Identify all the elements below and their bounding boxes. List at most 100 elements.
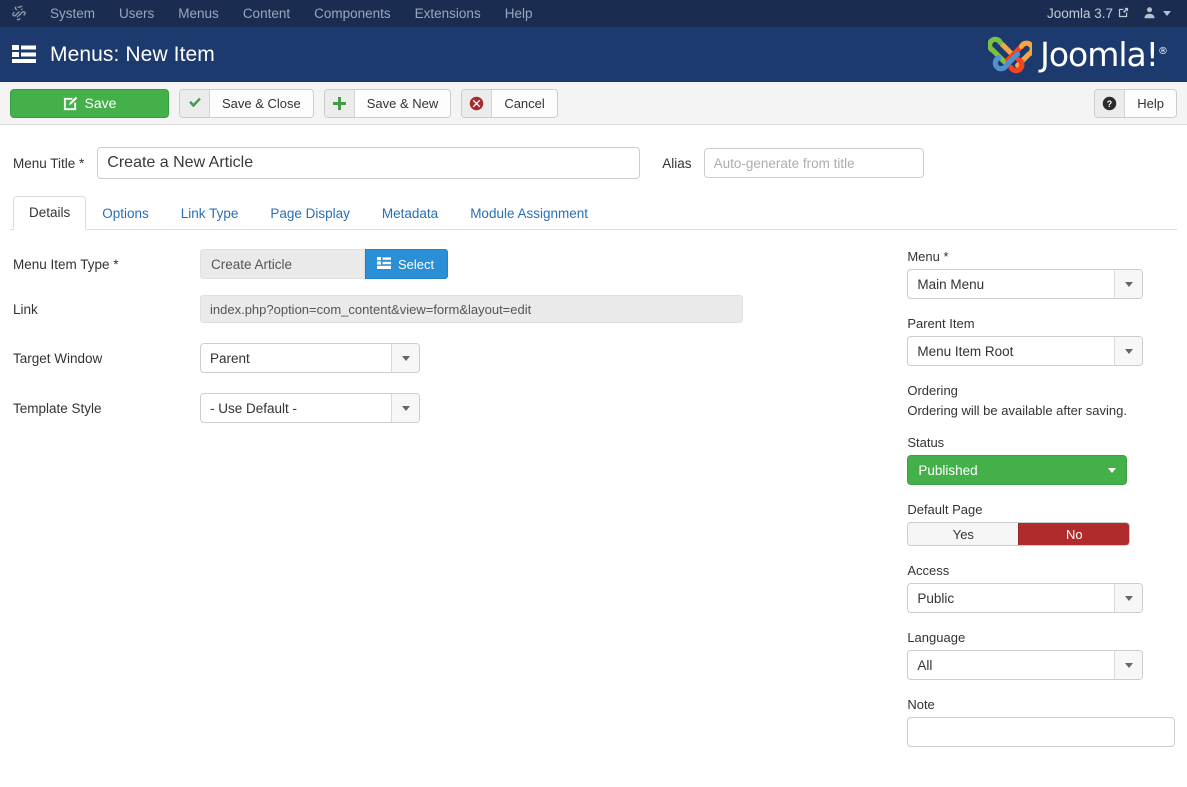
- joomla-logo-text: Joomla!®: [1040, 35, 1168, 74]
- default-page-no-button[interactable]: No: [1018, 523, 1130, 545]
- nav-item-help[interactable]: Help: [493, 0, 545, 27]
- alias-label: Alias: [662, 155, 692, 171]
- language-label: Language: [907, 630, 966, 645]
- note-field: Note: [907, 697, 1177, 747]
- menu-label: Menu *: [907, 249, 949, 264]
- cancel-circle-icon: [462, 89, 493, 117]
- chevron-down-icon: [391, 394, 419, 422]
- save-and-close-button[interactable]: Save & Close: [179, 88, 314, 118]
- save-button[interactable]: Save: [10, 88, 169, 118]
- menu-select[interactable]: Main Menu: [907, 269, 1144, 299]
- tab-metadata[interactable]: Metadata: [366, 197, 454, 230]
- default-page-label: Default Page: [907, 502, 983, 517]
- tab-module-assignment[interactable]: Module Assignment: [454, 197, 604, 230]
- editor-toolbar: Save Save & Close Save & New Cancel ? He…: [0, 82, 1187, 125]
- title-alias-row: Menu Title * Alias: [10, 125, 1177, 191]
- cancel-button[interactable]: Cancel: [461, 88, 558, 118]
- help-button-label: Help: [1125, 89, 1176, 117]
- svg-text:?: ?: [1107, 98, 1112, 108]
- status-field: Status Published: [907, 435, 1177, 485]
- list-icon: [377, 256, 391, 272]
- nav-item-content[interactable]: Content: [231, 0, 302, 27]
- chevron-down-icon: [1163, 11, 1171, 16]
- tab-bar: Details Options Link Type Page Display M…: [10, 196, 1177, 230]
- language-value: All: [917, 657, 933, 673]
- default-page-yes-button[interactable]: Yes: [908, 523, 1019, 545]
- link-label: Link: [13, 301, 38, 317]
- template-style-label: Template Style: [13, 400, 102, 416]
- tab-options[interactable]: Options: [86, 197, 165, 230]
- chevron-down-icon: [1114, 270, 1143, 298]
- parent-item-label: Parent Item: [907, 316, 975, 331]
- menu-field: Menu * Main Menu: [907, 249, 1177, 299]
- template-style-value: - Use Default -: [210, 400, 298, 416]
- link-row: Link index.php?option=com_content&view=f…: [10, 295, 897, 323]
- sidebar-panel: Menu * Main Menu Parent Item Menu Item R…: [897, 249, 1177, 764]
- note-label: Note: [907, 697, 935, 712]
- chevron-down-icon: [1114, 584, 1143, 612]
- ordering-label: Ordering: [907, 383, 958, 398]
- joomla-logo: Joomla!®: [988, 35, 1175, 75]
- joomla-logo-mark: [988, 36, 1033, 73]
- menu-item-type-label: Menu Item Type *: [13, 256, 119, 272]
- main-content: Menu Title * Alias Details Options Link …: [0, 125, 1187, 764]
- details-panel: Menu Item Type * Create Article Select L…: [10, 249, 897, 764]
- access-field: Access Public: [907, 563, 1177, 613]
- alias-input[interactable]: [703, 148, 924, 178]
- ordering-note: Ordering will be available after saving.: [907, 403, 1127, 418]
- user-menu-button[interactable]: [1143, 6, 1177, 22]
- nav-item-extensions[interactable]: Extensions: [403, 0, 493, 27]
- template-style-row: Template Style - Use Default -: [10, 393, 897, 423]
- help-button[interactable]: ? Help: [1094, 88, 1177, 118]
- plus-icon: [324, 89, 355, 117]
- nav-item-menus[interactable]: Menus: [166, 0, 231, 27]
- menu-value: Main Menu: [917, 276, 985, 292]
- target-window-row: Target Window Parent: [10, 343, 897, 373]
- access-select[interactable]: Public: [907, 583, 1144, 613]
- template-style-select[interactable]: - Use Default -: [200, 393, 420, 423]
- page-title: Menus: New Item: [50, 42, 215, 66]
- menu-title-label: Menu Title *: [13, 155, 85, 171]
- menu-title-input[interactable]: [97, 147, 641, 179]
- select-button-label: Select: [398, 256, 435, 272]
- nav-item-users[interactable]: Users: [107, 0, 166, 27]
- link-value: index.php?option=com_content&view=form&l…: [200, 295, 743, 323]
- language-select[interactable]: All: [907, 650, 1144, 680]
- target-window-select[interactable]: Parent: [200, 343, 420, 373]
- nav-item-components[interactable]: Components: [302, 0, 403, 27]
- site-version-label: Joomla 3.7: [1046, 6, 1113, 21]
- toolbar-right-group: ? Help: [1094, 88, 1177, 118]
- menu-item-type-value: Create Article: [200, 249, 365, 279]
- question-circle-icon: ?: [1095, 89, 1126, 117]
- default-page-field: Default Page Yes No: [907, 502, 1177, 546]
- menu-item-type-row: Menu Item Type * Create Article Select: [10, 249, 897, 279]
- site-preview-link[interactable]: Joomla 3.7: [1047, 6, 1143, 21]
- pencil-square-icon: [63, 96, 78, 111]
- status-value: Published: [918, 462, 978, 478]
- user-icon: [1143, 6, 1156, 22]
- status-select[interactable]: Published: [907, 455, 1128, 485]
- nav-item-system[interactable]: System: [38, 0, 107, 27]
- tab-details[interactable]: Details: [13, 196, 87, 230]
- external-link-icon: [1118, 6, 1129, 21]
- registered-mark: ®: [1158, 46, 1168, 57]
- tab-link-type[interactable]: Link Type: [165, 197, 255, 230]
- chevron-down-icon: [391, 344, 419, 372]
- language-field: Language All: [907, 630, 1177, 680]
- default-page-toggle: Yes No: [907, 522, 1131, 546]
- parent-item-field: Parent Item Menu Item Root: [907, 316, 1177, 366]
- chevron-down-icon: [1108, 467, 1117, 473]
- chevron-down-icon: [1114, 337, 1143, 365]
- target-window-value: Parent: [210, 350, 250, 366]
- parent-item-value: Menu Item Root: [917, 343, 1014, 359]
- parent-item-select[interactable]: Menu Item Root: [907, 336, 1144, 366]
- target-window-label: Target Window: [13, 350, 103, 366]
- note-input[interactable]: [907, 717, 1176, 747]
- select-menu-item-type-button[interactable]: Select: [365, 249, 449, 279]
- tab-page-display[interactable]: Page Display: [254, 197, 366, 230]
- save-and-close-label: Save & Close: [210, 89, 313, 117]
- save-and-new-button[interactable]: Save & New: [323, 88, 452, 118]
- joomla-mark-icon[interactable]: [0, 0, 38, 27]
- status-label: Status: [907, 435, 945, 450]
- access-value: Public: [917, 590, 955, 606]
